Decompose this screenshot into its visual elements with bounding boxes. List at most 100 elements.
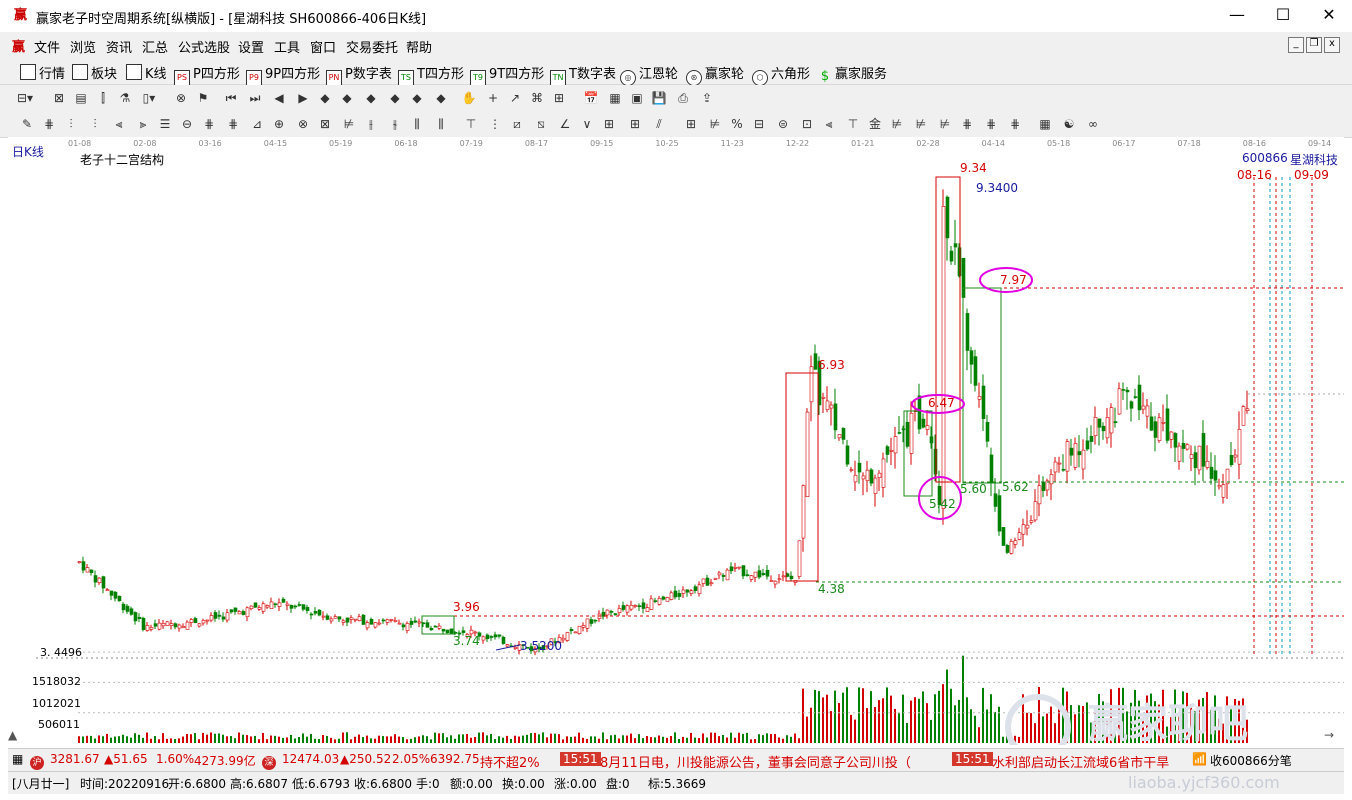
diamond-icon-4[interactable]: ◆ [386, 89, 404, 107]
taichi-icon[interactable]: ☯ [1060, 115, 1078, 133]
doc-icon[interactable]: ▤ [72, 89, 90, 107]
tool-icon-26[interactable]: ⊞ [600, 115, 618, 133]
menu-browse[interactable]: 浏览 [70, 37, 96, 56]
tool-icon-20[interactable]: ⊤ [462, 115, 480, 133]
scroll-right-icon[interactable]: → [1324, 728, 1334, 742]
menu-help[interactable]: 帮助 [406, 37, 432, 56]
tool-icon-2[interactable]: ⋕ [40, 115, 58, 133]
grid-tool-icon[interactable]: ⊞ [550, 89, 568, 107]
forward-icon[interactable]: ▶ [294, 89, 312, 107]
toolbar-p-square[interactable]: PS P四方形 [174, 63, 240, 86]
first-icon[interactable]: ⏮ [222, 89, 240, 107]
layout-dropdown-icon[interactable]: ⊟▾ [16, 89, 34, 107]
menu-tools[interactable]: 工具 [274, 37, 300, 56]
toolbar-kline[interactable]: K线 [126, 63, 167, 82]
period-icon[interactable]: ⊠ [50, 89, 68, 107]
close-tick-label[interactable]: 收600866分笔 [1210, 752, 1292, 769]
menu-summary[interactable]: 汇总 [142, 37, 168, 56]
hand-icon[interactable]: ✋ [460, 89, 478, 107]
menu-settings[interactable]: 设置 [238, 37, 264, 56]
tool-icon-39[interactable]: ⊭ [912, 115, 930, 133]
pen-icon[interactable]: ✎ [18, 115, 36, 133]
toolbar-winner-wheel[interactable]: ⊛ 赢家轮 [686, 63, 744, 86]
tool-icon-35[interactable]: ⫷ [820, 115, 838, 133]
toolbar-t-square[interactable]: TS T四方形 [398, 63, 464, 86]
menu-file[interactable]: 文件 [34, 37, 60, 56]
tool-icon-17[interactable]: ⫳ [386, 115, 404, 133]
tool-icon-23[interactable]: ⧅ [532, 115, 550, 133]
diamond-icon-2[interactable]: ◆ [338, 89, 356, 107]
tool-icon-18[interactable]: ⫼ [408, 115, 426, 133]
minimize-button[interactable]: — [1214, 0, 1260, 32]
toolbar-9t-square[interactable]: T9 9T四方形 [470, 63, 544, 86]
cross-icon[interactable]: + [484, 89, 502, 107]
back-icon[interactable]: ◀ [270, 89, 288, 107]
diamond-icon-1[interactable]: ◆ [316, 89, 334, 107]
toolbar-t-number-table[interactable]: TN T数字表 [550, 63, 616, 86]
news-item-1[interactable]: 8月11日电，川投能源公告，董事会同意子公司川投（ [600, 752, 911, 771]
news-tail[interactable]: 持不超2% [480, 752, 540, 771]
toolbar-quote[interactable]: 行情 [20, 63, 65, 82]
tool-icon-28[interactable]: ⫽ [650, 115, 668, 133]
mdi-restore-button[interactable]: ❐ [1306, 37, 1322, 53]
kline-chart-icon[interactable]: ⚗ [116, 89, 134, 107]
tool-icon-27[interactable]: ⊞ [626, 115, 644, 133]
tool-icon-14[interactable]: ⊠ [316, 115, 334, 133]
tool-icon-34[interactable]: ⊡ [798, 115, 816, 133]
tool-icon-8[interactable]: ⊖ [178, 115, 196, 133]
tool-icon-36[interactable]: ⊤ [844, 115, 862, 133]
save-icon[interactable]: 💾 [650, 89, 668, 107]
menu-trade[interactable]: 交易委托 [346, 37, 398, 56]
mdi-close-button[interactable]: x [1324, 37, 1340, 53]
line-tool-icon[interactable]: ↗ [506, 89, 524, 107]
tool-icon-7[interactable]: ☰ [156, 115, 174, 133]
tool-icon-30[interactable]: ⊭ [706, 115, 724, 133]
diamond-icon-3[interactable]: ◆ [362, 89, 380, 107]
tool-icon-40[interactable]: ⊭ [936, 115, 954, 133]
tool-icon-3[interactable]: ⫶ [62, 115, 80, 133]
toolbar-gann-wheel[interactable]: ◎ 江恩轮 [620, 63, 678, 86]
crosshair-box-icon[interactable]: ⊗ [172, 89, 190, 107]
tool-icon-29[interactable]: ⊞ [682, 115, 700, 133]
diamond-icon-6[interactable]: ◆ [432, 89, 450, 107]
tool-icon-33[interactable]: ⊜ [774, 115, 792, 133]
tool-icon-24[interactable]: ∠ [556, 115, 574, 133]
flag-icon[interactable]: ⚑ [194, 89, 212, 107]
tool-icon-19[interactable]: ⫼ [432, 115, 450, 133]
tool-icon-11[interactable]: ⊿ [248, 115, 266, 133]
tool-icon-12[interactable]: ⊕ [270, 115, 288, 133]
tool-icon-6[interactable]: ⫸ [134, 115, 152, 133]
menu-info[interactable]: 资讯 [106, 37, 132, 56]
kline-chart-svg[interactable]: 01-08 02-08 03-16 04-15 05-19 06-18 07-19 08-17… [8, 137, 1344, 760]
tool-icon-43[interactable]: ⋕ [1006, 115, 1024, 133]
close-button[interactable]: ✕ [1306, 0, 1352, 32]
percent-icon[interactable]: % [728, 115, 746, 133]
tool-icon-42[interactable]: ⋕ [982, 115, 1000, 133]
tool-icon-13[interactable]: ⊗ [294, 115, 312, 133]
quote-table-icon[interactable]: ▦ [12, 752, 23, 766]
menu-window[interactable]: 窗口 [310, 37, 336, 56]
candle-dropdown-icon[interactable]: ▯▾ [140, 89, 158, 107]
ratio-icon[interactable]: ⌘ [528, 89, 546, 107]
maximize-button[interactable]: ☐ [1260, 0, 1306, 32]
tool-icon-4[interactable]: ⫶ [86, 115, 104, 133]
grid-icon[interactable]: ▦ [1036, 115, 1054, 133]
scroll-up-icon[interactable]: ▲ [8, 728, 17, 742]
toolbar-service[interactable]: $ 赢家服务 [818, 63, 887, 84]
bars-icon[interactable]: ⫿ [94, 89, 112, 107]
tool-icon-9[interactable]: ⋕ [200, 115, 218, 133]
print-icon[interactable]: ⎙ [674, 89, 692, 107]
tool-icon-15[interactable]: ⊭ [340, 115, 358, 133]
tool-icon-41[interactable]: ⋕ [958, 115, 976, 133]
mdi-minimize-button[interactable]: _ [1288, 37, 1304, 53]
toolbar-9p-square[interactable]: P9 9P四方形 [246, 63, 320, 86]
toolbar-hexagon[interactable]: ⬡ 六角形 [752, 63, 810, 86]
infinity-icon[interactable]: ∞ [1084, 115, 1102, 133]
tool-icon-22[interactable]: ⧄ [508, 115, 526, 133]
tool-icon-21[interactable]: ⋮ [486, 115, 504, 133]
tool-icon-16[interactable]: ⫲ [362, 115, 380, 133]
export-icon[interactable]: ⇪ [698, 89, 716, 107]
tool-icon-5[interactable]: ⫷ [110, 115, 128, 133]
calendar-icon[interactable]: 📅 [582, 89, 600, 107]
toolbar-sector[interactable]: 板块 [72, 63, 117, 82]
